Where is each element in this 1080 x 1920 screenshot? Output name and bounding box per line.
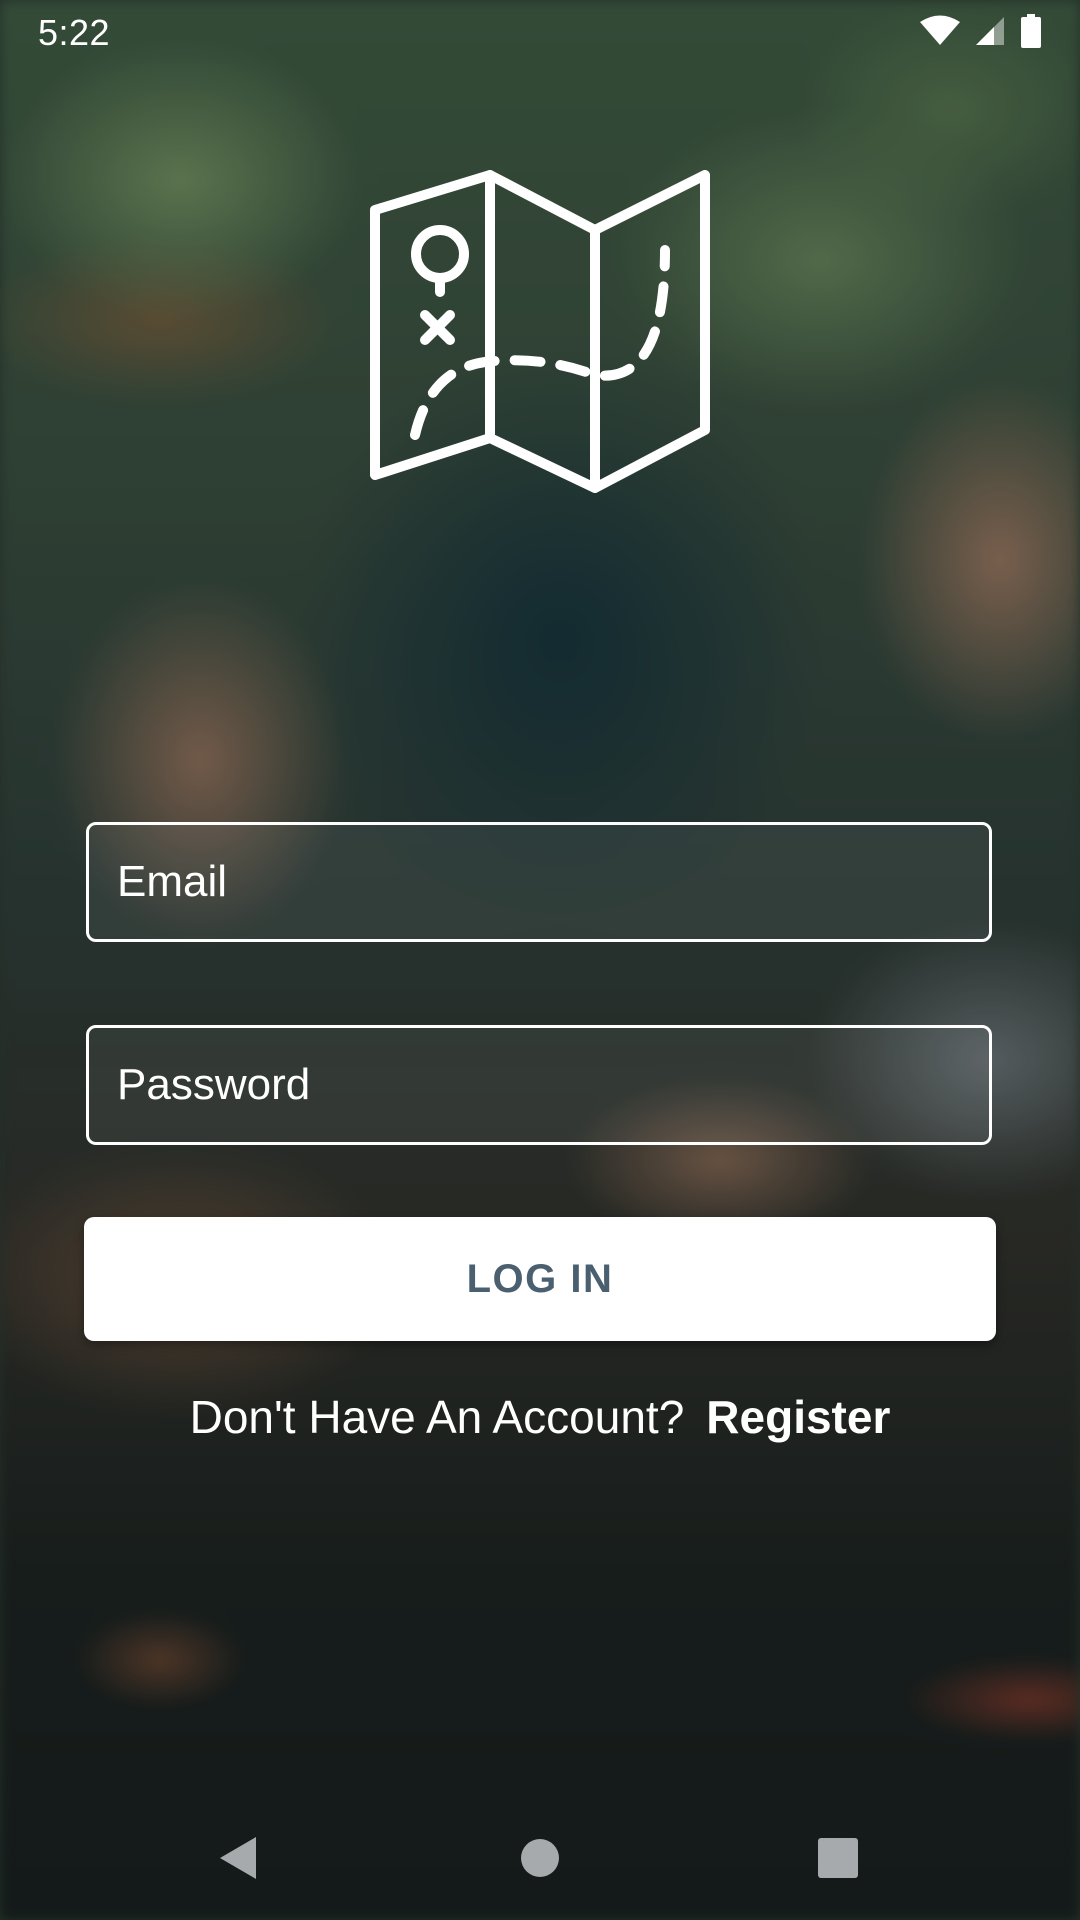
home-icon [520, 1838, 560, 1883]
password-input[interactable] [89, 1028, 989, 1142]
status-time: 5:22 [38, 12, 111, 53]
status-icons [920, 14, 1042, 53]
battery-icon [1020, 14, 1042, 53]
recents-icon [818, 1837, 858, 1883]
email-field[interactable] [86, 822, 992, 942]
register-link[interactable]: Register [706, 1391, 890, 1443]
register-prompt-row: Don't Have An Account? Register [0, 1390, 1080, 1444]
treasure-map-icon [370, 170, 710, 500]
back-icon [216, 1834, 260, 1887]
email-input[interactable] [89, 825, 989, 939]
cell-signal-icon [974, 15, 1006, 52]
login-button[interactable]: LOG IN [84, 1217, 996, 1341]
status-bar: 5:22 [0, 0, 1080, 64]
password-field[interactable] [86, 1025, 992, 1145]
back-button[interactable] [208, 1830, 268, 1890]
register-prompt: Don't Have An Account? [189, 1391, 685, 1443]
wifi-icon [920, 15, 960, 52]
login-screen: 5:22 Email LOG IN Don't Have An Account?… [0, 0, 1080, 1920]
navigation-bar [0, 1800, 1080, 1920]
home-button[interactable] [510, 1830, 570, 1890]
recents-button[interactable] [808, 1830, 868, 1890]
